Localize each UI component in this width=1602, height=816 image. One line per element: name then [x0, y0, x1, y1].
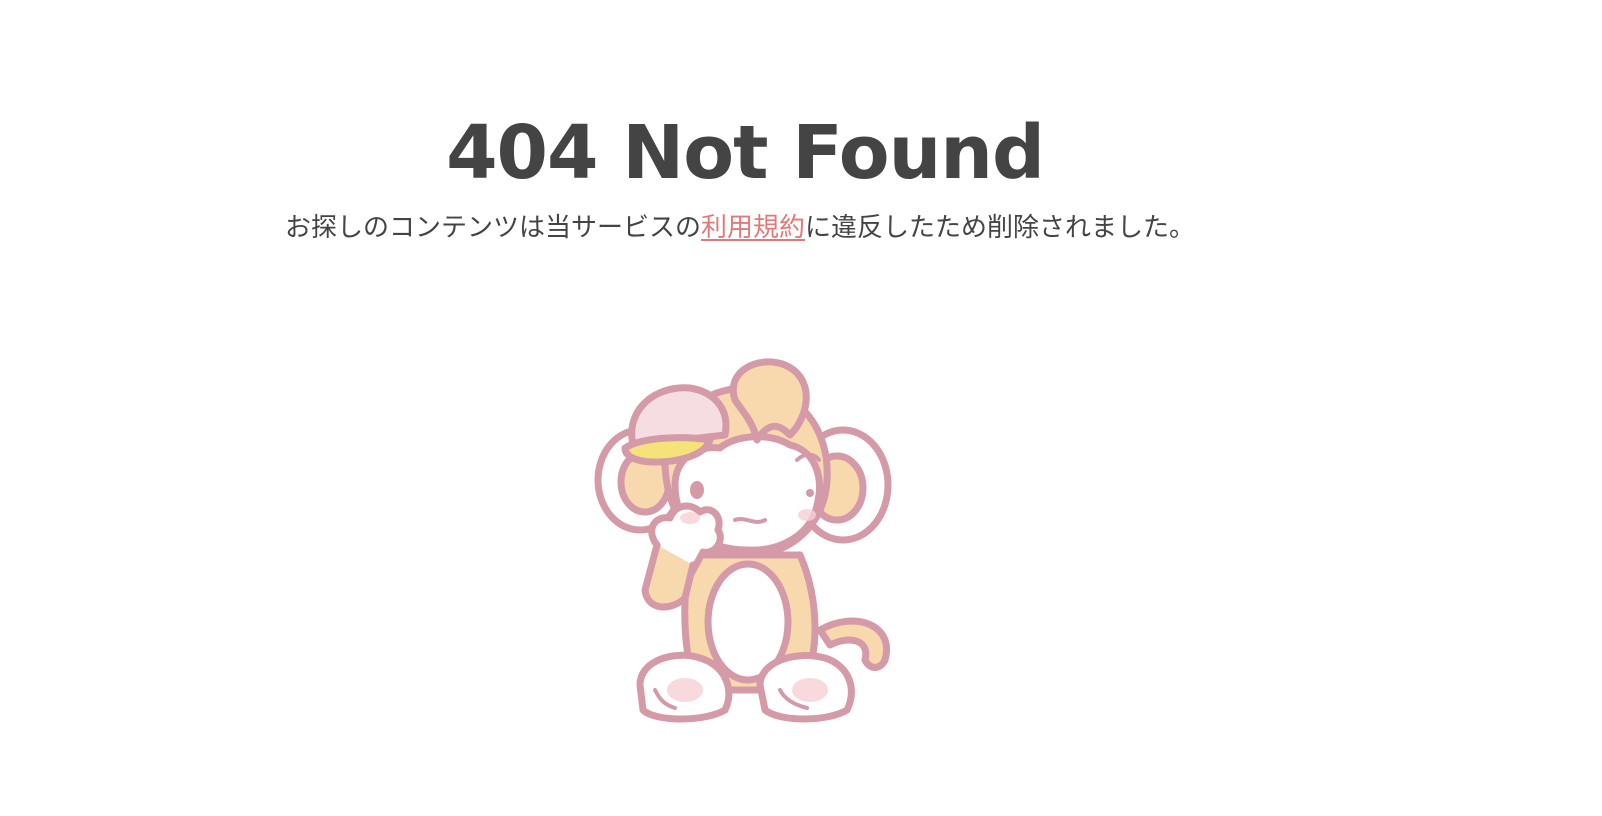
message-suffix: に違反したため削除されました。	[805, 213, 1196, 243]
message-prefix: お探しのコンテンツは当サービスの	[284, 213, 701, 243]
page-title: 404 Not Found	[446, 110, 1045, 196]
terms-of-service-link[interactable]: 利用規約	[701, 213, 805, 243]
monkey-mascot-icon	[585, 340, 905, 740]
error-page: 404 Not Found お探しのコンテンツは当サービスの利用規約に違反したた…	[0, 0, 1602, 816]
error-message: お探しのコンテンツは当サービスの利用規約に違反したため削除されました。	[0, 208, 1480, 248]
